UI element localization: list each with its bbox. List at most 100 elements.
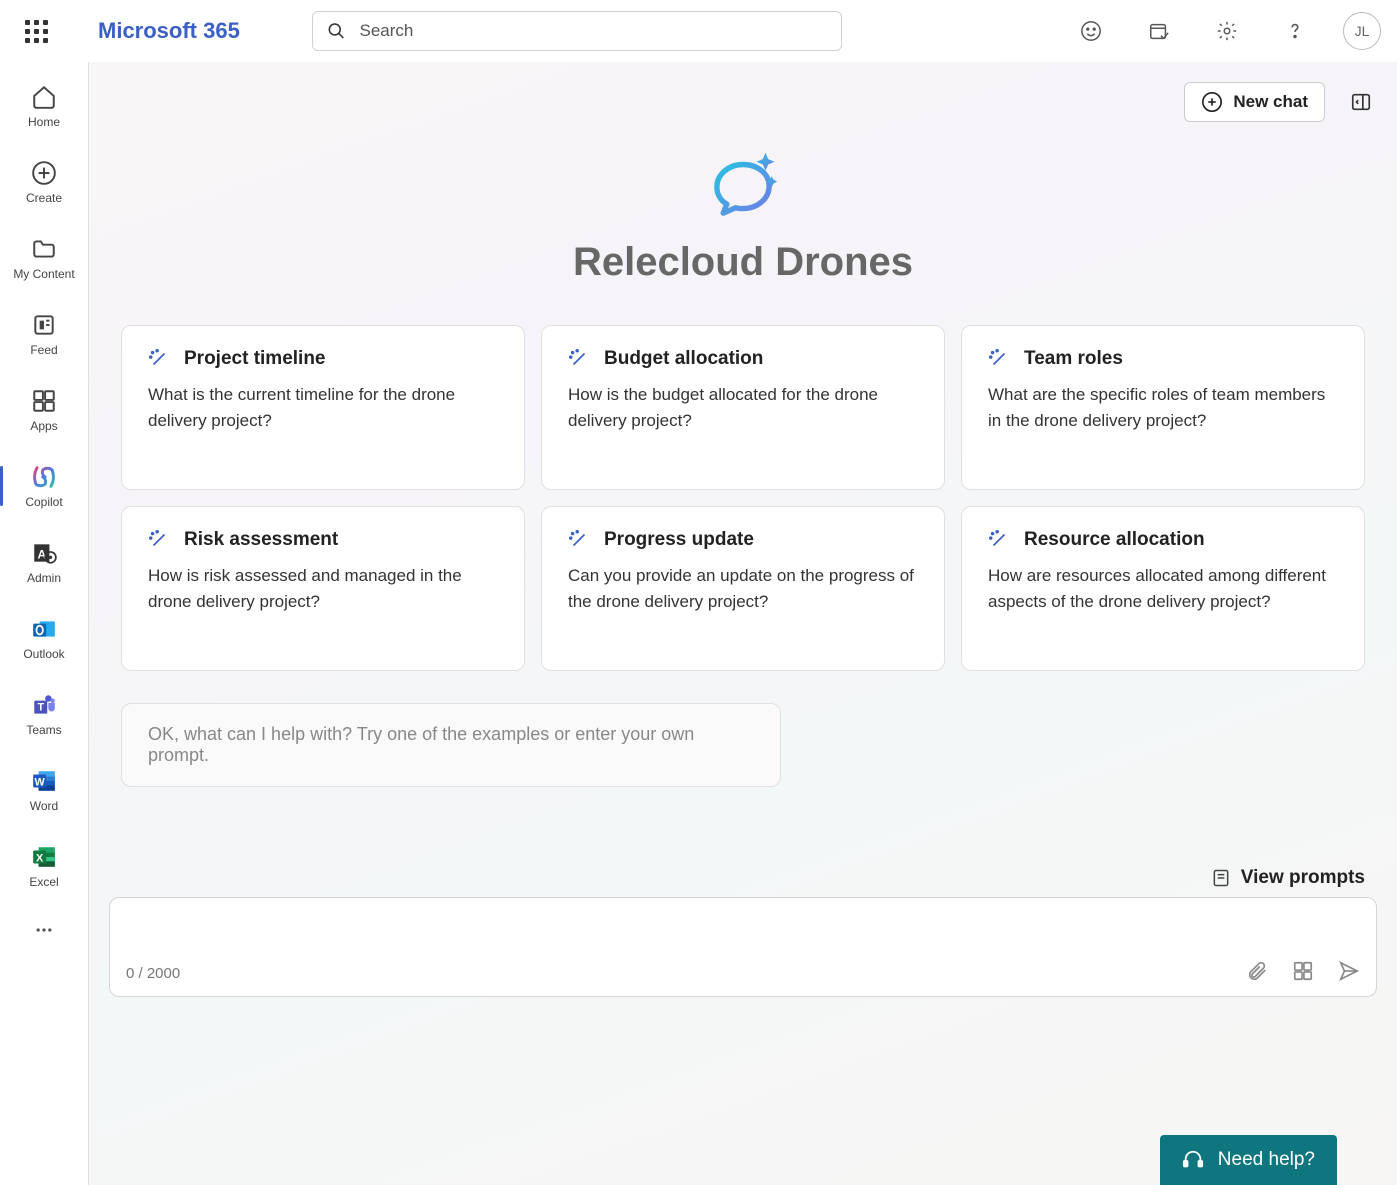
outlook-icon xyxy=(30,615,58,643)
sidebar-item-copilot[interactable]: Copilot xyxy=(0,450,88,522)
prompt-card-progress-update[interactable]: Progress update Can you provide an updat… xyxy=(541,506,945,671)
settings-gear-icon[interactable] xyxy=(1207,11,1247,51)
apps-grid-icon xyxy=(1292,960,1314,982)
sidebar-item-apps[interactable]: Apps xyxy=(0,374,88,446)
card-body: How is the budget allocated for the dron… xyxy=(568,382,918,433)
panel-toggle-button[interactable] xyxy=(1345,86,1377,118)
sidebar-item-word[interactable]: W Word xyxy=(0,754,88,826)
card-title: Risk assessment xyxy=(184,529,338,551)
waffle-icon xyxy=(25,20,48,43)
card-body: How are resources allocated among differ… xyxy=(988,563,1338,614)
card-body: What are the specific roles of team memb… xyxy=(988,382,1338,433)
send-button[interactable] xyxy=(1338,960,1360,982)
new-chat-button[interactable]: New chat xyxy=(1184,82,1325,122)
sidebar-label: Word xyxy=(30,799,58,813)
prompt-card-team-roles[interactable]: Team roles What are the specific roles o… xyxy=(961,325,1365,490)
new-chat-label: New chat xyxy=(1233,92,1308,112)
sidebar-item-home[interactable]: Home xyxy=(0,70,88,142)
apps-grid-icon xyxy=(30,387,58,415)
panel-right-icon xyxy=(1350,91,1372,113)
send-icon xyxy=(1338,960,1360,982)
attach-button[interactable] xyxy=(1246,960,1268,982)
sidebar-label: Feed xyxy=(30,343,57,357)
user-avatar[interactable]: JL xyxy=(1343,12,1381,50)
more-icon xyxy=(34,920,54,940)
left-sidebar: Home Create My Content Feed Apps Copilot… xyxy=(0,62,88,1185)
card-title: Budget allocation xyxy=(604,348,763,370)
teams-icon: T xyxy=(30,691,58,719)
need-help-button[interactable]: Need help? xyxy=(1160,1135,1337,1185)
emoji-icon[interactable] xyxy=(1071,11,1111,51)
character-count: 0 / 2000 xyxy=(126,965,180,982)
prompt-card-resource-allocation[interactable]: Resource allocation How are resources al… xyxy=(961,506,1365,671)
sidebar-item-my-content[interactable]: My Content xyxy=(0,222,88,294)
card-body: Can you provide an update on the progres… xyxy=(568,563,918,614)
copilot-icon xyxy=(30,463,58,491)
calendar-check-icon[interactable] xyxy=(1139,11,1179,51)
main-content: New chat Relecloud Drones Project timeli… xyxy=(88,62,1397,1185)
sidebar-item-admin[interactable]: A Admin xyxy=(0,526,88,598)
prompt-hint-text: OK, what can I help with? Try one of the… xyxy=(121,703,781,787)
svg-text:X: X xyxy=(36,852,44,864)
card-title: Progress update xyxy=(604,529,754,551)
prompts-list-icon xyxy=(1211,868,1231,888)
view-prompts-label: View prompts xyxy=(1241,867,1365,889)
sidebar-item-teams[interactable]: T Teams xyxy=(0,678,88,750)
sidebar-item-outlook[interactable]: Outlook xyxy=(0,602,88,674)
search-box[interactable] xyxy=(312,11,842,51)
sidebar-more-button[interactable] xyxy=(0,906,88,954)
sidebar-label: Admin xyxy=(27,571,61,585)
sidebar-label: Home xyxy=(28,115,60,129)
card-body: What is the current timeline for the dro… xyxy=(148,382,498,433)
prompt-card-budget-allocation[interactable]: Budget allocation How is the budget allo… xyxy=(541,325,945,490)
wand-icon xyxy=(148,529,170,551)
svg-text:W: W xyxy=(35,776,46,788)
headset-icon xyxy=(1182,1149,1204,1171)
svg-text:T: T xyxy=(37,701,44,713)
prompt-card-risk-assessment[interactable]: Risk assessment How is risk assessed and… xyxy=(121,506,525,671)
brand-title[interactable]: Microsoft 365 xyxy=(98,18,240,44)
paperclip-icon xyxy=(1246,960,1268,982)
wand-icon xyxy=(568,348,590,370)
card-body: How is risk assessed and managed in the … xyxy=(148,563,498,614)
sidebar-label: Outlook xyxy=(23,647,64,661)
copilot-chat-logo-icon xyxy=(698,142,788,232)
wand-icon xyxy=(148,348,170,370)
card-title: Team roles xyxy=(1024,348,1123,370)
sidebar-label: Teams xyxy=(26,723,61,737)
wand-icon xyxy=(988,348,1010,370)
feed-icon xyxy=(30,311,58,339)
wand-icon xyxy=(988,529,1010,551)
prompt-cards-grid: Project timeline What is the current tim… xyxy=(121,325,1365,671)
sidebar-label: Apps xyxy=(30,419,57,433)
view-prompts-button[interactable]: View prompts xyxy=(1211,867,1365,889)
sidebar-label: My Content xyxy=(13,267,74,281)
sidebar-item-feed[interactable]: Feed xyxy=(0,298,88,370)
prompt-card-project-timeline[interactable]: Project timeline What is the current tim… xyxy=(121,325,525,490)
admin-icon: A xyxy=(30,539,58,567)
need-help-label: Need help? xyxy=(1218,1149,1315,1171)
hero-section: Relecloud Drones xyxy=(89,142,1397,285)
search-icon xyxy=(327,21,346,41)
search-input[interactable] xyxy=(360,21,827,41)
wand-icon xyxy=(568,529,590,551)
hero-title: Relecloud Drones xyxy=(573,240,913,285)
home-icon xyxy=(30,83,58,111)
plus-circle-icon xyxy=(30,159,58,187)
app-header: Microsoft 365 JL xyxy=(0,0,1397,62)
word-icon: W xyxy=(30,767,58,795)
card-title: Project timeline xyxy=(184,348,326,370)
sidebar-item-create[interactable]: Create xyxy=(0,146,88,218)
excel-icon: X xyxy=(30,843,58,871)
sidebar-label: Copilot xyxy=(25,495,62,509)
sidebar-label: Create xyxy=(26,191,62,205)
card-title: Resource allocation xyxy=(1024,529,1205,551)
sidebar-label: Excel xyxy=(29,875,58,889)
plus-chat-icon xyxy=(1201,91,1223,113)
help-icon[interactable] xyxy=(1275,11,1315,51)
app-launcher-button[interactable] xyxy=(16,11,56,51)
folder-icon xyxy=(30,235,58,263)
chat-input-box[interactable]: 0 / 2000 xyxy=(109,897,1377,997)
apps-button[interactable] xyxy=(1292,960,1314,982)
sidebar-item-excel[interactable]: X Excel xyxy=(0,830,88,902)
